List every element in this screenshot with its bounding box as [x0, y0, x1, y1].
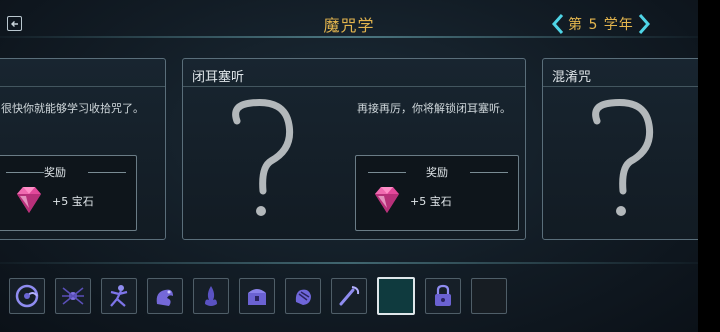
gem-icon — [17, 187, 41, 213]
hand-spell-icon — [295, 289, 311, 305]
card-description: 很快你就能够学习收拾咒了。 — [1, 102, 144, 115]
spell-slot-3[interactable] — [101, 278, 137, 314]
spell-card-2[interactable]: 闭耳塞听 再接再厉，你将解锁闭耳塞听。 奖励 +5 宝石 — [182, 58, 526, 240]
spell-slot-6[interactable] — [239, 278, 275, 314]
card-header: 闭耳塞听 — [183, 59, 525, 87]
creature-spell-icon — [156, 289, 173, 306]
spell-slot-2[interactable] — [55, 278, 91, 314]
reward-box: 奖励 +5 宝石 — [355, 155, 519, 231]
spider-spell-icon — [62, 287, 84, 305]
reward-value: +5 宝石 — [410, 195, 452, 208]
year-selector: 第 5 学年 — [551, 12, 651, 36]
game-screen: 魔咒学 第 5 学年 很快你就能够学习收拾咒了。 奖励 +5 宝石 闭耳塞听 再… — [0, 0, 698, 332]
screen-edge — [698, 0, 720, 332]
spell-card-1[interactable]: 很快你就能够学习收拾咒了。 奖励 +5 宝石 — [0, 58, 166, 240]
spell-slot-7[interactable] — [285, 278, 321, 314]
card-description: 再接再厉，你将解锁闭耳塞听。 — [357, 102, 511, 115]
chest-spell-icon — [248, 289, 266, 305]
card-header: 混淆咒 — [543, 59, 698, 87]
flame-spell-icon — [205, 286, 217, 306]
card-title: 闭耳塞听 — [192, 70, 245, 85]
question-mark-icon — [232, 98, 294, 216]
gem-icon — [375, 187, 399, 213]
spell-card-3[interactable]: 混淆咒 — [542, 58, 698, 240]
wand-spell-icon — [339, 286, 360, 306]
spell-slot-9[interactable] — [377, 277, 415, 315]
chevron-left-icon[interactable] — [551, 13, 565, 35]
card-header — [0, 59, 165, 87]
spell-slot-8[interactable] — [331, 278, 367, 314]
spell-slot-4[interactable] — [147, 278, 183, 314]
spell-slot-11[interactable] — [471, 278, 507, 314]
chevron-right-icon[interactable] — [637, 13, 651, 35]
card-title: 混淆咒 — [552, 70, 592, 85]
header: 魔咒学 第 5 学年 — [0, 0, 698, 46]
swirl-spell-icon — [15, 284, 39, 308]
reward-box: 奖励 +5 宝石 — [0, 155, 137, 231]
figure-spell-icon — [110, 285, 128, 307]
spell-bar-divider — [0, 262, 698, 264]
reward-value: +5 宝石 — [52, 195, 94, 208]
spell-slot-10[interactable] — [425, 278, 461, 314]
reward-divider-right — [470, 172, 508, 173]
padlock-spell-icon — [435, 284, 451, 306]
year-label: 第 5 学年 — [568, 17, 634, 33]
header-divider — [0, 36, 698, 38]
question-mark-icon — [592, 98, 654, 216]
spell-slot-1[interactable] — [9, 278, 45, 314]
reward-divider-right — [88, 172, 126, 173]
spell-slot-5[interactable] — [193, 278, 229, 314]
